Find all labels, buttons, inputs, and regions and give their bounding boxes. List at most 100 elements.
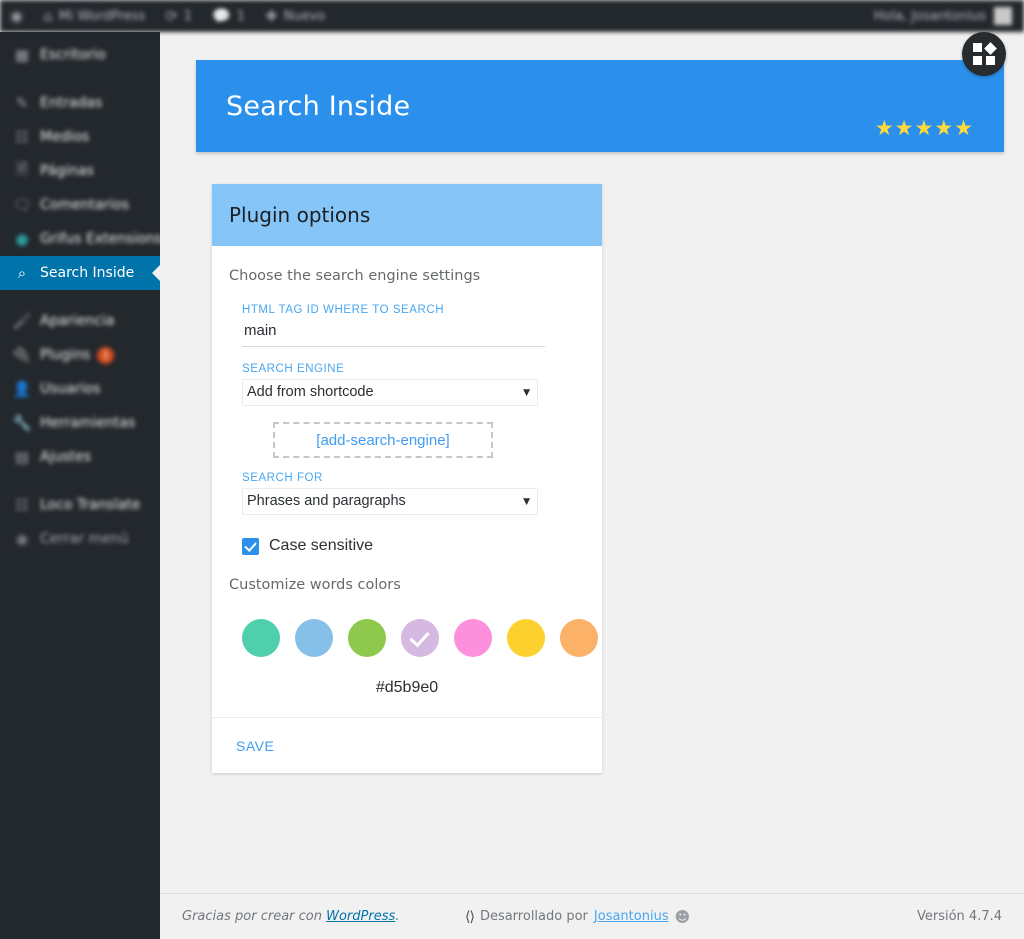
selected-color-hex: #d5b9e0 [375, 679, 439, 696]
search-engine-select[interactable]: Add from shortcode ▼ [242, 379, 538, 406]
card-body: Choose the search engine settings HTML T… [212, 246, 602, 717]
shortcode-text: [add-search-engine] [316, 431, 450, 449]
field-search-engine: SEARCH ENGINE Add from shortcode ▼ [242, 363, 585, 406]
code-brackets-icon: ⟨⟩ [465, 908, 475, 925]
color-swatch-green[interactable] [348, 619, 386, 657]
sidebar-item-medios[interactable]: ☷ Medios [0, 120, 160, 154]
comments-count: 1 [236, 8, 246, 24]
sidebar-item-herramientas[interactable]: 🔧 Herramientas [0, 406, 160, 440]
color-swatch-blue[interactable] [295, 619, 333, 657]
site-name-label: Mi WordPress [58, 8, 146, 24]
section-subtitle: Choose the search engine settings [229, 268, 481, 284]
new-content-menu[interactable]: ✚ Nuevo [255, 0, 335, 32]
avatar [994, 7, 1012, 25]
footer-version: Versión 4.7.4 [916, 909, 1002, 924]
card-footer: SAVE [212, 717, 602, 773]
account-menu[interactable]: Hola, Josantonius [874, 7, 1024, 25]
sidebar-item-escritorio[interactable]: ▦ Escritorio [0, 38, 160, 72]
color-swatch-list [242, 619, 598, 657]
search-engine-value: Add from shortcode [247, 384, 374, 400]
dashboard-icon: ▦ [14, 46, 30, 64]
sidebar-item-label: Medios [40, 129, 90, 145]
sidebar-item-ajustes[interactable]: ▤ Ajustes [0, 440, 160, 474]
wordpress-logo-icon: ◉ [10, 6, 24, 25]
comment-icon: 🗨 [12, 196, 32, 214]
star-rating[interactable]: ★★★★★ [875, 118, 974, 139]
color-swatch-pink[interactable] [454, 619, 492, 657]
search-plus-icon: ⌕ [17, 264, 27, 282]
sidebar-item-loco-translate[interactable]: ☷ Loco Translate [0, 488, 160, 522]
sidebar-item-label: Ajustes [40, 449, 92, 465]
wordpress-link[interactable]: WordPress [326, 909, 395, 924]
shortcode-box[interactable]: [add-search-engine] [273, 422, 493, 458]
sidebar-item-comentarios[interactable]: 🗨 Comentarios [0, 188, 160, 222]
updates-icon: ⟳ [165, 6, 178, 25]
updates-count: 1 [183, 8, 193, 24]
save-button[interactable]: SAVE [236, 738, 274, 754]
brush-icon: 🖌 [12, 312, 32, 330]
card-title: Plugin options [229, 203, 371, 227]
plugin-banner: Search Inside ★★★★★ [196, 60, 1004, 152]
wp-logo-menu[interactable]: ◉ [0, 0, 33, 32]
page-title: Search Inside [226, 90, 411, 122]
color-swatch-orange[interactable] [560, 619, 598, 657]
author-link[interactable]: Josantonius [594, 909, 669, 924]
case-sensitive-label: Case sensitive [269, 537, 374, 554]
sidebar-item-label: Loco Translate [40, 497, 141, 513]
circle-teal-icon: ● [15, 230, 29, 248]
translate-icon: ☷ [15, 496, 29, 514]
sidebar-item-label: Cerrar menú [40, 531, 129, 547]
sidebar-item-label: Páginas [40, 163, 94, 179]
main-content: Search Inside ★★★★★ Plugin options Choos… [160, 32, 1024, 939]
sidebar-item-label: Grifus Extensions [40, 231, 163, 247]
sidebar-item-plugins[interactable]: 🔌 Plugins 1 [0, 338, 160, 372]
site-name-menu[interactable]: ⌂ Mi WordPress [33, 0, 155, 32]
sidebar-item-label: Comentarios [40, 197, 130, 213]
sidebar-item-entradas[interactable]: ✎ Entradas [0, 86, 160, 120]
plugin-options-card: Plugin options Choose the search engine … [212, 184, 602, 773]
footer-thanks-prefix: Gracias por crear con [182, 909, 327, 924]
comments-menu[interactable]: 💬 1 [202, 0, 255, 32]
plus-icon: ✚ [265, 6, 278, 25]
case-sensitive-row[interactable]: Case sensitive [242, 537, 585, 555]
color-swatch-yellow[interactable] [507, 619, 545, 657]
search-for-value: Phrases and paragraphs [247, 493, 406, 509]
sidebar-item-label: Plugins [40, 347, 91, 363]
plugin-grid-badge-icon[interactable] [962, 32, 1006, 76]
sidebar-item-search-inside[interactable]: ⌕ Search Inside [0, 256, 160, 290]
sidebar-separator [0, 290, 160, 304]
plugins-update-badge: 1 [97, 346, 115, 364]
sidebar-item-collapse-menu[interactable]: ◉ Cerrar menú [0, 522, 160, 556]
media-icon: ☷ [15, 128, 29, 146]
html-tag-id-input[interactable] [242, 320, 545, 347]
sidebar-item-usuarios[interactable]: 👤 Usuarios [0, 372, 160, 406]
customize-colors-label: Customize words colors [229, 577, 401, 593]
sidebar-item-apariencia[interactable]: 🖌 Apariencia [0, 304, 160, 338]
search-for-label: SEARCH FOR [242, 472, 323, 484]
new-content-label: Nuevo [283, 8, 326, 24]
chevron-down-icon: ▼ [523, 387, 530, 398]
footer-developer: ⟨⟩ Desarrollado por Josantonius ☻ [465, 908, 690, 926]
admin-footer: Gracias por crear con WordPress. ⟨⟩ Desa… [160, 893, 1024, 939]
collapse-icon: ◉ [15, 530, 29, 548]
color-swatch-purple[interactable] [401, 619, 439, 657]
field-search-for: SEARCH FOR Phrases and paragraphs ▼ [242, 472, 585, 515]
sidebar-item-label: Escritorio [40, 47, 106, 63]
search-for-select[interactable]: Phrases and paragraphs ▼ [242, 488, 538, 515]
updates-menu[interactable]: ⟳ 1 [155, 0, 202, 32]
sidebar-item-grifus-extensions[interactable]: ● Grifus Extensions [0, 222, 163, 256]
greeting-label: Hola, Josantonius [873, 8, 986, 24]
chevron-down-icon: ▼ [523, 496, 530, 507]
admin-bar: ◉ ⌂ Mi WordPress ⟳ 1 💬 1 ✚ Nuevo Hola, J… [0, 0, 1024, 32]
sidebar-item-label: Usuarios [40, 381, 101, 397]
field-html-tag-id: HTML TAG ID WHERE TO SEARCH [242, 304, 585, 347]
color-swatch-teal[interactable] [242, 619, 280, 657]
case-sensitive-checkbox[interactable] [242, 537, 259, 555]
developed-by-label: Desarrollado por [479, 909, 588, 924]
sidebar-separator [0, 72, 160, 86]
sidebar-item-paginas[interactable]: 🖹 Páginas [0, 154, 160, 188]
card-header: Plugin options [212, 184, 602, 246]
sidebar-separator [0, 474, 160, 488]
sidebar-item-label: Herramientas [40, 415, 136, 431]
search-engine-label: SEARCH ENGINE [242, 363, 345, 375]
